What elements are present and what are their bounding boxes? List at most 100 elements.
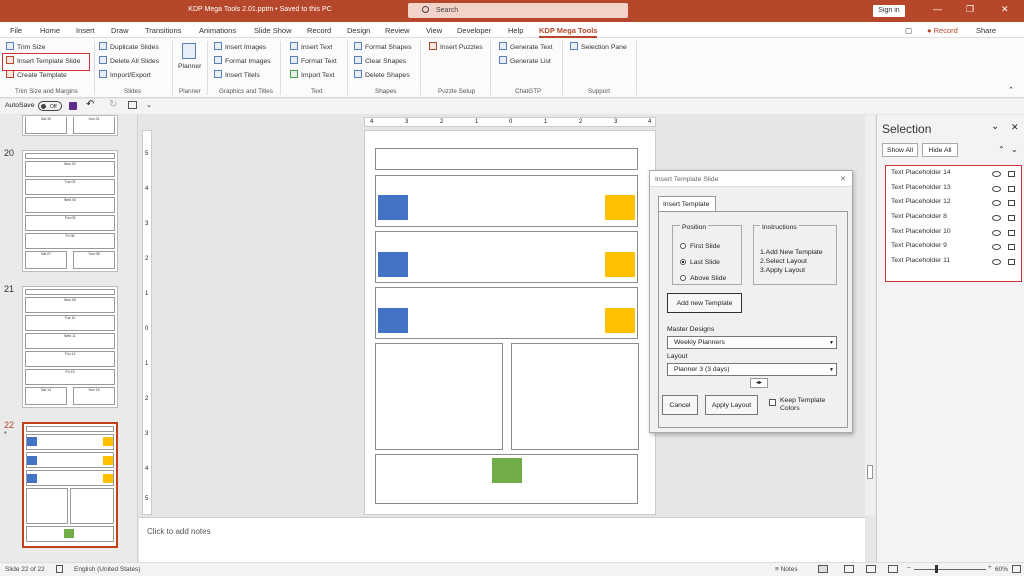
- apply-layout-button[interactable]: Apply Layout: [705, 395, 758, 415]
- eye-icon[interactable]: [992, 230, 1001, 236]
- duplicate-slides-button[interactable]: Duplicate Slides: [99, 42, 159, 53]
- selection-pane-button[interactable]: Selection Pane: [570, 42, 627, 53]
- minimize-button[interactable]: —: [933, 4, 942, 14]
- master-designs-select[interactable]: Weekly Planners: [667, 336, 837, 349]
- close-window-button[interactable]: ✕: [1001, 4, 1009, 15]
- restore-button[interactable]: ❐: [966, 4, 974, 15]
- tab-kdp-mega-tools[interactable]: KDP Mega Tools: [539, 26, 598, 38]
- redo-icon[interactable]: ↻: [109, 99, 117, 110]
- normal-view-icon[interactable]: [818, 565, 828, 573]
- lock-icon[interactable]: [1008, 186, 1015, 192]
- blue-square[interactable]: [378, 308, 408, 333]
- tab-help[interactable]: Help: [508, 26, 523, 35]
- layout-select[interactable]: Planner 3 (3 days): [667, 363, 837, 376]
- list-item[interactable]: Text Placeholder 10: [891, 228, 1021, 242]
- delete-all-slides-button[interactable]: Delete All Slides: [99, 56, 159, 67]
- slide-thumbnail-21[interactable]: Mon 09 Tue 10 Wed 11 Thu 12 Fri 13 Sat 1…: [22, 286, 118, 408]
- yellow-square[interactable]: [605, 308, 635, 333]
- notes-box-right[interactable]: [511, 343, 639, 450]
- green-square[interactable]: [492, 458, 522, 483]
- insert-text-button[interactable]: Insert Text: [290, 42, 332, 53]
- clear-shapes-button[interactable]: Clear Shapes: [354, 56, 406, 67]
- list-item[interactable]: Text Placeholder 13: [891, 184, 1021, 198]
- autosave-toggle[interactable]: Off: [38, 101, 62, 111]
- radio-first-slide[interactable]: First Slide: [680, 243, 720, 250]
- blue-square[interactable]: [378, 252, 408, 277]
- day-box[interactable]: [375, 287, 638, 339]
- search-box[interactable]: Search: [408, 3, 628, 18]
- lock-icon[interactable]: [1008, 259, 1015, 265]
- list-item[interactable]: Text Placeholder 9: [891, 242, 1021, 256]
- list-item[interactable]: Text Placeholder 12: [891, 198, 1021, 212]
- add-new-template-button[interactable]: Add new Template: [667, 293, 742, 313]
- accessibility-icon[interactable]: [56, 565, 63, 573]
- eye-icon[interactable]: [992, 171, 1001, 177]
- notes-box-left[interactable]: [375, 343, 503, 450]
- insert-template-dialog[interactable]: Insert Template Slide ✕ Insert Template …: [649, 170, 853, 433]
- radio-last-slide[interactable]: Last Slide: [680, 259, 720, 266]
- import-export-button[interactable]: Import/Export: [99, 70, 151, 81]
- lock-icon[interactable]: [1008, 200, 1015, 206]
- tab-transitions[interactable]: Transitions: [145, 26, 181, 35]
- tab-home[interactable]: Home: [40, 26, 60, 35]
- slideshow-icon[interactable]: [888, 565, 898, 573]
- canvas-scrollbar[interactable]: [865, 115, 875, 515]
- fit-to-window-icon[interactable]: [1012, 565, 1021, 573]
- yellow-square[interactable]: [605, 252, 635, 277]
- format-images-button[interactable]: Format Images: [214, 56, 271, 67]
- tab-file[interactable]: File: [10, 26, 22, 35]
- save-icon[interactable]: [69, 102, 77, 110]
- comment-icon[interactable]: ▢: [905, 26, 912, 35]
- collapse-ribbon-icon[interactable]: ⌃: [1008, 86, 1014, 94]
- blue-square[interactable]: [378, 195, 408, 220]
- eye-icon[interactable]: [992, 244, 1001, 250]
- slide-thumbnail-pane[interactable]: Sat 30 Sun 31 20 Mon 02 Tue 03 Wed 04 Th…: [0, 115, 138, 562]
- zoom-in-icon[interactable]: +: [988, 564, 992, 571]
- layout-spinner[interactable]: ◂▸: [750, 378, 768, 388]
- planner-icon[interactable]: [182, 43, 196, 59]
- delete-shapes-button[interactable]: Delete Shapes: [354, 70, 410, 81]
- slide-thumbnail-20[interactable]: Mon 02 Tue 03 Wed 04 Thu 05 Fri 06 Sat 0…: [22, 150, 118, 272]
- zoom-level[interactable]: 60%: [995, 566, 1008, 573]
- insert-titels-button[interactable]: Insert Titels: [214, 70, 260, 81]
- slide-sorter-icon[interactable]: [844, 565, 854, 573]
- tab-developer[interactable]: Developer: [457, 26, 491, 35]
- slide-thumbnail-19[interactable]: Sat 30 Sun 31: [22, 115, 118, 136]
- send-backward-icon[interactable]: ⌄: [1011, 145, 1018, 154]
- planner-button[interactable]: Planner: [178, 62, 201, 72]
- start-from-beginning-icon[interactable]: [128, 101, 137, 109]
- yellow-square[interactable]: [605, 195, 635, 220]
- lock-icon[interactable]: [1008, 244, 1015, 250]
- lock-icon[interactable]: [1008, 171, 1015, 177]
- insert-images-button[interactable]: Insert Images: [214, 42, 266, 53]
- format-shapes-button[interactable]: Format Shapes: [354, 42, 411, 53]
- keep-colors-checkbox[interactable]: [769, 399, 776, 406]
- day-box[interactable]: [375, 175, 638, 227]
- eye-icon[interactable]: [992, 200, 1001, 206]
- zoom-slider[interactable]: [914, 569, 986, 570]
- tab-record[interactable]: Record: [307, 26, 331, 35]
- generate-text-button[interactable]: Generate Text: [499, 42, 553, 53]
- import-text-button[interactable]: Import Text: [290, 70, 335, 81]
- eye-icon[interactable]: [992, 259, 1001, 265]
- pane-options-chevron-icon[interactable]: ⌄: [991, 121, 999, 132]
- tab-insert-template[interactable]: Insert Template: [658, 196, 716, 211]
- tab-design[interactable]: Design: [347, 26, 370, 35]
- insert-puzzles-button[interactable]: Insert Puzzles: [429, 42, 483, 53]
- zoom-out-icon[interactable]: –: [907, 564, 911, 571]
- lock-icon[interactable]: [1008, 215, 1015, 221]
- list-item[interactable]: Text Placeholder 8: [891, 213, 1021, 227]
- radio-above-slide[interactable]: Above Slide: [680, 275, 726, 282]
- tab-draw[interactable]: Draw: [111, 26, 129, 35]
- undo-icon[interactable]: ↶: [86, 99, 94, 110]
- record-button[interactable]: ● Record: [927, 26, 958, 35]
- customize-qat-icon[interactable]: ⌄: [146, 101, 152, 109]
- slide-thumbnail-22[interactable]: [22, 422, 118, 548]
- notes-pane[interactable]: Click to add notes: [139, 517, 865, 562]
- close-pane-icon[interactable]: ✕: [1011, 122, 1019, 133]
- signin-button[interactable]: Sign in: [873, 5, 905, 17]
- create-template-button[interactable]: Create Template: [6, 70, 67, 81]
- eye-icon[interactable]: [992, 215, 1001, 221]
- bring-forward-icon[interactable]: ⌃: [998, 145, 1005, 154]
- tab-review[interactable]: Review: [385, 26, 410, 35]
